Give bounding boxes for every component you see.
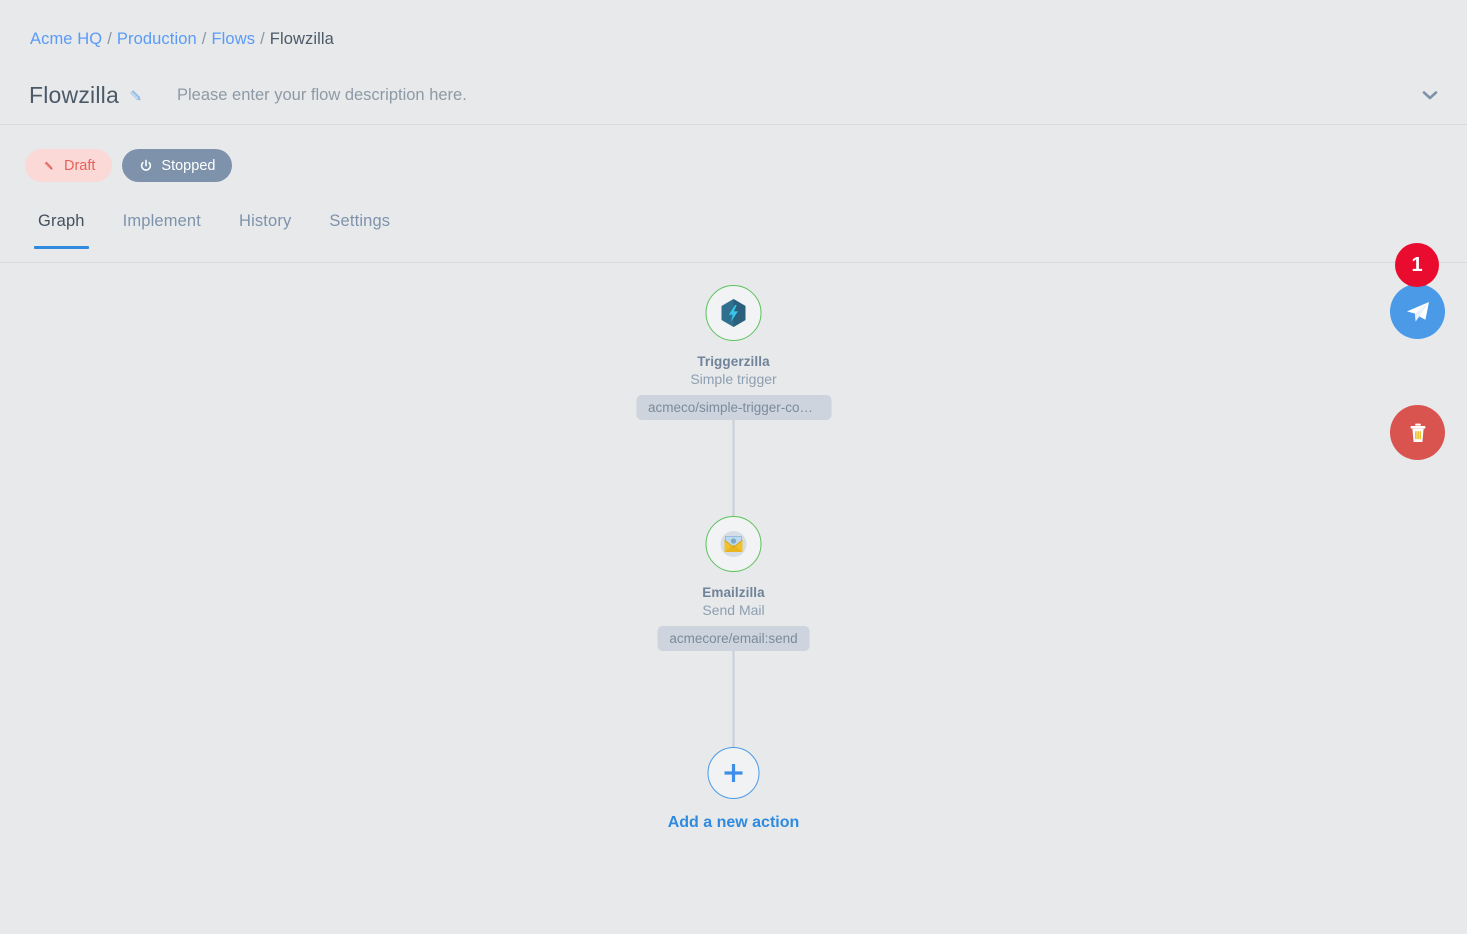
flow-node-subtitle: Simple trigger — [690, 371, 777, 387]
header-divider — [0, 124, 1467, 125]
breadcrumb-separator: / — [201, 30, 207, 48]
breadcrumb-item-flowzilla: Flowzilla — [269, 30, 334, 48]
breadcrumb-item-acme-hq[interactable]: Acme HQ — [30, 30, 102, 48]
tab-implement[interactable]: Implement — [104, 212, 220, 249]
notification-count-badge[interactable]: 1 — [1395, 243, 1439, 287]
flow-node-icon-wrapper[interactable] — [705, 285, 762, 341]
hexagon-lightning-icon — [717, 296, 751, 330]
add-new-action-node[interactable]: Add a new action — [668, 747, 800, 832]
flow-node-component[interactable]: acmecore/email:send — [657, 626, 810, 651]
tab-settings[interactable]: Settings — [310, 212, 409, 249]
flow-description[interactable]: Please enter your flow description here. — [177, 86, 467, 105]
add-action-label[interactable]: Add a new action — [668, 814, 800, 832]
flow-node-icon-wrapper[interactable] — [705, 516, 762, 572]
flow-node-component[interactable]: acmeco/simple-trigger-com... — [636, 395, 831, 420]
flow-node-name: Emailzilla — [702, 585, 765, 600]
breadcrumb-separator: / — [260, 30, 265, 48]
add-action-button[interactable] — [707, 747, 760, 799]
paper-plane-icon — [1405, 299, 1431, 325]
status-badges: Draft Stopped — [25, 149, 233, 182]
status-badge-stopped-label: Stopped — [161, 157, 216, 174]
flow-node-subtitle: Send Mail — [702, 602, 765, 618]
status-badge-stopped[interactable]: Stopped — [122, 149, 233, 182]
breadcrumb-separator: / — [107, 30, 112, 48]
trash-icon — [1406, 421, 1430, 445]
tab-graph[interactable]: Graph — [19, 212, 104, 249]
power-icon — [139, 159, 153, 173]
flow-graph: Triggerzilla Simple trigger acmeco/simpl… — [636, 263, 831, 832]
graph-canvas[interactable]: Triggerzilla Simple trigger acmeco/simpl… — [0, 263, 1467, 934]
flow-node-emailzilla[interactable]: Emailzilla Send Mail acmecore/email:send — [657, 516, 810, 651]
flow-header: Flowzilla Please enter your flow descrip… — [0, 66, 1467, 124]
flow-connector — [732, 651, 735, 747]
chevron-down-icon[interactable] — [1419, 84, 1441, 106]
flow-editor-page: Acme HQ / Production / Flows / Flowzilla Flowz… — [0, 0, 1467, 934]
flow-connector — [732, 420, 735, 516]
plus-icon — [720, 760, 746, 786]
flow-node-name: Triggerzilla — [697, 354, 770, 369]
tab-bar: Graph Implement History Settings — [0, 212, 1467, 249]
send-flow-button[interactable] — [1390, 284, 1445, 339]
status-badge-draft-label: Draft — [64, 157, 96, 174]
page-title: Flowzilla — [29, 81, 119, 108]
status-badge-draft[interactable]: Draft — [25, 149, 113, 182]
breadcrumb-item-flows[interactable]: Flows — [211, 30, 255, 48]
envelope-icon — [718, 528, 750, 560]
delete-flow-button[interactable] — [1390, 405, 1445, 460]
breadcrumb-item-production[interactable]: Production — [117, 30, 197, 48]
breadcrumb: Acme HQ / Production / Flows / Flowzilla — [30, 30, 334, 49]
pencil-icon[interactable] — [128, 88, 144, 104]
tab-history[interactable]: History — [220, 212, 310, 249]
flow-node-triggerzilla[interactable]: Triggerzilla Simple trigger acmeco/simpl… — [636, 285, 831, 420]
pencil-icon — [42, 159, 56, 173]
